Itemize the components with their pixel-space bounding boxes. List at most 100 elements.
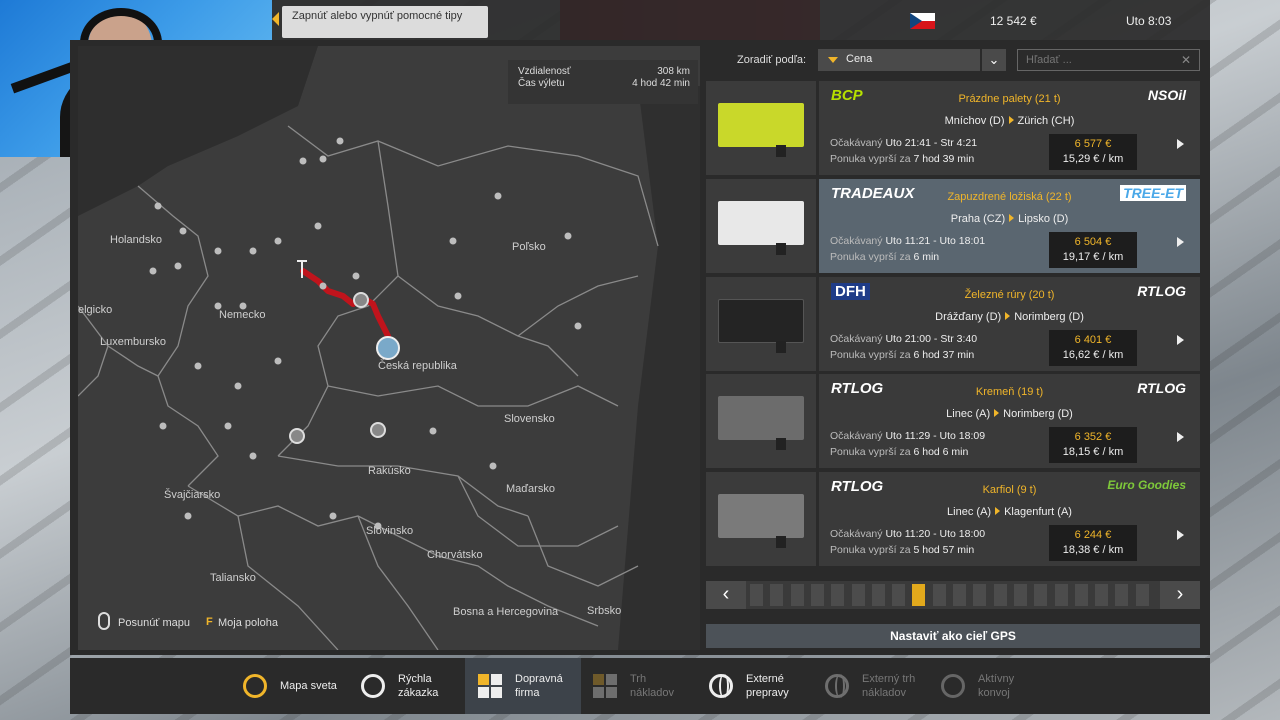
pager-segment[interactable] — [973, 584, 987, 606]
price-box: 6 504 € 19,17 € / km — [1049, 232, 1137, 268]
nav-cargo-market[interactable]: Trh nákladov — [590, 658, 690, 714]
job-row[interactable]: RTLOG Kremeň (19 t) RTLOG Linec (A) Norim… — [706, 374, 1200, 468]
pager-segment[interactable] — [892, 584, 906, 606]
route-arrow-icon — [1005, 312, 1011, 320]
chevron-right-icon[interactable]: › — [1160, 581, 1200, 609]
pager-segment[interactable] — [1054, 584, 1068, 606]
country-label: Chorvátsko — [427, 549, 483, 561]
pager-segment[interactable] — [810, 584, 824, 606]
country-label: Rakúsko — [368, 465, 411, 477]
pager-segment[interactable] — [851, 584, 865, 606]
offer-expiry: Ponuka vyprší za 6 min — [830, 251, 940, 263]
route-arrow-icon — [994, 409, 1000, 417]
chevron-right-icon[interactable] — [1177, 335, 1184, 345]
expected-time: Očakávaný Uto 21:41 - Str 4:21 — [830, 137, 978, 149]
country-label: Maďarsko — [506, 483, 555, 495]
country-label: elgicko — [78, 304, 113, 316]
cargo-market-icon — [590, 671, 620, 701]
pager-segment[interactable] — [1095, 584, 1109, 606]
pager-segment[interactable] — [1034, 584, 1048, 606]
sort-select[interactable]: Cena — [818, 49, 980, 71]
pager-segment[interactable] — [1115, 584, 1129, 606]
pager-segment[interactable] — [912, 584, 926, 606]
nav-quick-job[interactable]: Rýchla zákazka — [358, 658, 458, 714]
price-box: 6 577 € 15,29 € / km — [1049, 134, 1137, 170]
close-icon[interactable]: ✕ — [1181, 53, 1191, 67]
game-clock: Uto 8:03 — [1126, 14, 1172, 28]
cargo-name: Prázdne palety (21 t) — [958, 93, 1061, 105]
pager: ‹ › — [706, 581, 1200, 609]
country-label: Švajčiarsko — [164, 489, 221, 501]
chevron-right-icon[interactable] — [1177, 139, 1184, 149]
world-map-icon — [240, 671, 270, 701]
pager-segment[interactable] — [770, 584, 784, 606]
chevron-right-icon[interactable] — [1177, 237, 1184, 247]
country-label: Luxembursko — [100, 336, 167, 348]
country-label: Srbsko — [587, 605, 622, 617]
distance-value: 308 km — [657, 66, 690, 77]
chevron-down-icon[interactable]: ⌄ — [982, 49, 1006, 71]
route-arrow-icon — [995, 507, 1001, 515]
country-label: Holandsko — [110, 234, 162, 246]
price-box: 6 401 € 16,62 € / km — [1049, 330, 1137, 366]
pager-segment[interactable] — [953, 584, 966, 606]
company-logo-to: NSOil — [1147, 87, 1186, 103]
route-info-box: Vzdialenosť 308 km Čas výletu 4 hod 42 m… — [508, 60, 698, 104]
trailer-icon — [718, 201, 804, 245]
nav-external-cargo[interactable]: Externý trh nákladov — [822, 658, 932, 714]
offer-expiry: Ponuka vyprší za 6 hod 6 min — [830, 446, 969, 458]
my-position-hint[interactable]: Moja poloha — [218, 617, 278, 629]
job-row-selected[interactable]: TRADEAUX Zapuzdrené ložiská (22 t) TREE-… — [706, 179, 1200, 273]
external-jobs-icon — [706, 671, 736, 701]
expected-time: Očakávaný Uto 11:21 - Uto 18:01 — [830, 235, 986, 247]
expected-time: Očakávaný Uto 11:20 - Uto 18:00 — [830, 528, 986, 540]
pager-segment[interactable] — [871, 584, 885, 606]
pager-segment[interactable] — [750, 584, 763, 606]
job-row[interactable]: BCP Prázdne palety (21 t) NSOil Mníchov … — [706, 81, 1200, 175]
chevron-right-icon[interactable] — [1177, 530, 1184, 540]
nav-world-map[interactable]: Mapa sveta — [240, 658, 350, 714]
nav-external-jobs[interactable]: Externé prepravy — [706, 658, 816, 714]
price-box: 6 352 € 18,15 € / km — [1049, 427, 1137, 463]
pager-segment[interactable] — [790, 584, 804, 606]
chevron-left-icon[interactable]: ‹ — [706, 581, 746, 609]
country-label: Bosna a Hercegovina — [453, 606, 559, 618]
czech-flag-icon — [910, 13, 935, 29]
route: Linec (A) Norimberg (D) — [946, 408, 1073, 420]
search-input[interactable] — [1017, 49, 1200, 71]
country-label: Taliansko — [210, 572, 256, 584]
country-label: Poľsko — [512, 241, 546, 253]
pager-segment[interactable] — [993, 584, 1007, 606]
job-row[interactable]: DFH Železné rúry (20 t) RTLOG Drážďany (… — [706, 277, 1200, 371]
trailer-thumbnail — [706, 81, 816, 175]
route: Mníchov (D) Zürich (CH) — [944, 115, 1075, 127]
route-arrow-icon — [1009, 214, 1015, 222]
nav-active-convoy[interactable]: Aktívny konvoj — [938, 658, 1048, 714]
sort-label: Zoradiť podľa: — [737, 54, 807, 66]
external-cargo-icon — [822, 671, 852, 701]
chevron-right-icon[interactable] — [1177, 432, 1184, 442]
pager-segment[interactable] — [932, 584, 946, 606]
job-row[interactable]: RTLOG Karfiol (9 t) Euro Goodies Linec (… — [706, 472, 1200, 566]
tip-arrow-icon — [272, 12, 279, 26]
offer-expiry: Ponuka vyprší za 7 hod 39 min — [830, 153, 975, 165]
trailer-thumbnail — [706, 472, 816, 566]
pager-segment[interactable] — [1074, 584, 1088, 606]
nav-freight-market[interactable]: Dopravná firma — [465, 658, 581, 714]
tips-toggle-button[interactable]: Zapnúť alebo vypnúť pomocné tipy — [282, 6, 488, 38]
expected-time: Očakávaný Uto 21:00 - Str 3:40 — [830, 333, 978, 345]
sort-value: Cena — [846, 53, 873, 65]
pager-segment[interactable] — [1135, 584, 1149, 606]
set-gps-destination-button[interactable]: Nastaviť ako cieľ GPS — [706, 624, 1200, 648]
pager-segment[interactable] — [831, 584, 845, 606]
pager-segment[interactable] — [1013, 584, 1027, 606]
route: Praha (CZ) Lipsko (D) — [950, 213, 1069, 225]
company-logo-to: RTLOG — [1137, 380, 1186, 396]
trailer-icon — [718, 299, 804, 343]
country-label: Nemecko — [219, 309, 266, 321]
route-map[interactable]: Vzdialenosť 308 km Čas výletu 4 hod 42 m… — [78, 46, 700, 650]
company-logo-to: RTLOG — [1137, 283, 1186, 299]
key-f-hint: F — [206, 616, 213, 628]
sort-direction-icon — [828, 57, 838, 63]
route: Linec (A) Klagenfurt (A) — [947, 506, 1072, 518]
